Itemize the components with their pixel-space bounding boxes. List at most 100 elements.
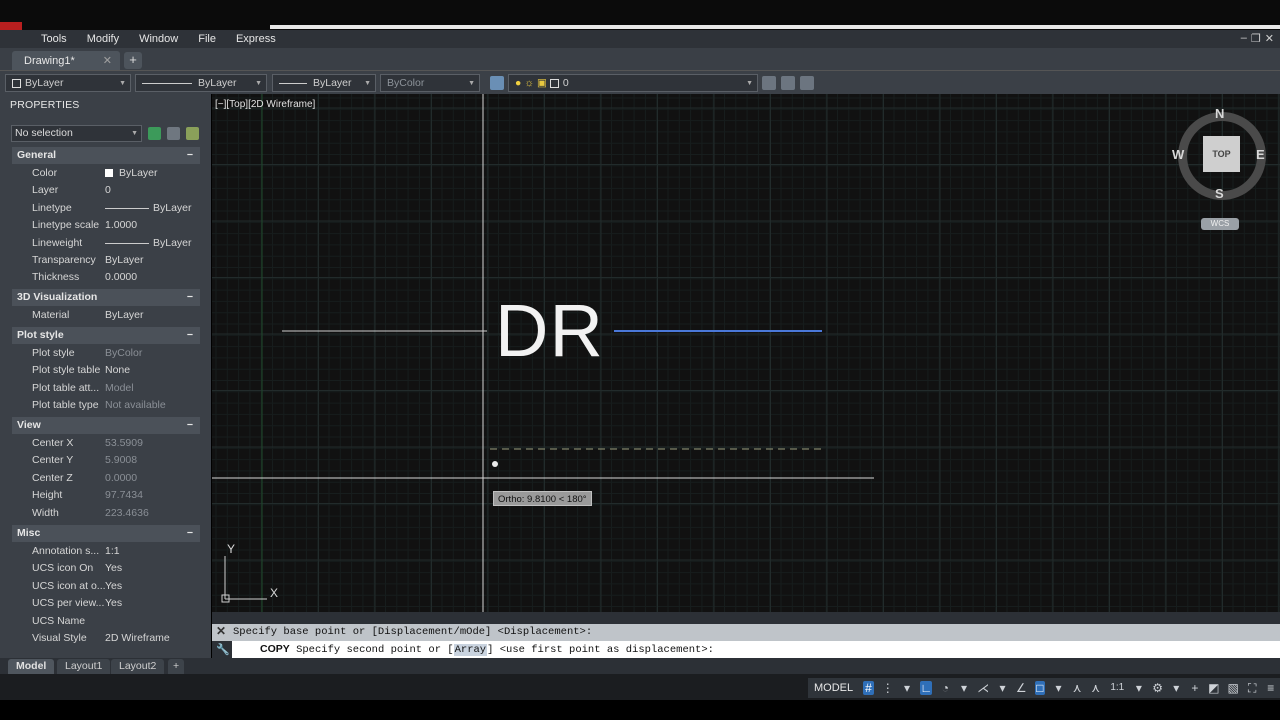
prop-row-material[interactable]: Material ByLayer [12,307,200,324]
selection-dropdown[interactable]: No selection ▼ [11,125,142,142]
wcs-menu-button[interactable]: WCS [1201,218,1239,230]
prop-row-height[interactable]: Height 97.7434 [12,487,200,504]
hardware-acceleration-icon[interactable]: ▧ [1228,681,1239,695]
gear-icon[interactable]: ⚙ [1152,681,1163,695]
menu-bar: Tools Modify Window File Express – ❐ ✕ [0,30,1280,48]
prop-row-plot-table-attached[interactable]: Plot table att... Model [12,380,200,397]
new-tab-button[interactable]: + [124,52,142,69]
plotstyle-dropdown[interactable]: ByColor ▼ [380,74,480,92]
prop-row-color[interactable]: Color ByLayer [12,165,200,182]
chevron-down-icon[interactable]: ▾ [959,681,970,695]
add-layout-button[interactable]: + [168,659,185,674]
tab-drawing1[interactable]: Drawing1* ✕ [12,51,120,70]
prop-row-plot-style-table[interactable]: Plot style table None [12,362,200,379]
clean-screen-icon[interactable]: ⛶ [1247,681,1258,695]
minimize-icon[interactable]: – [1241,32,1247,45]
quick-select-icon[interactable] [148,127,161,140]
prop-row-ucs-icon-on[interactable]: UCS icon On Yes [12,560,200,577]
prop-row-width[interactable]: Width 223.4636 [12,505,200,522]
layer-dropdown[interactable]: ● ☼ ▣ 0 ▼ [508,74,758,92]
object-snap-icon[interactable]: □ [1034,681,1046,695]
layer-properties-icon[interactable] [490,76,504,90]
chevron-down-icon[interactable]: ▾ [1053,681,1064,695]
prop-row-transparency[interactable]: Transparency ByLayer [12,252,200,269]
color-dropdown[interactable]: ByLayer ▼ [5,74,131,92]
prop-row-ucs-icon-at-origin[interactable]: UCS icon at o... Yes [12,578,200,595]
annotation-scale-button[interactable]: 1:1 [1109,681,1126,695]
autoscale-icon[interactable]: ⋏ [1090,681,1101,695]
section-3d-visualization[interactable]: 3D Visualization − [12,289,200,306]
viewport-controls-label[interactable]: [−][Top][2D Wireframe] [215,99,315,110]
tab-close-icon[interactable]: ✕ [103,54,112,67]
prop-row-ucs-per-viewport[interactable]: UCS per view... Yes [12,595,200,612]
section-view[interactable]: View − [12,417,200,434]
match-layer-icon[interactable] [781,76,795,90]
menu-express[interactable]: Express [236,33,276,45]
collapse-icon[interactable]: − [187,525,193,542]
collapse-icon[interactable]: − [187,417,193,434]
compass-west[interactable]: W [1172,147,1184,162]
app-logo[interactable] [0,22,22,30]
isolate-objects-icon[interactable]: ◩ [1208,681,1219,695]
viewcube[interactable]: TOP N S E W [1172,106,1266,201]
prop-row-center-z[interactable]: Center Z 0.0000 [12,470,200,487]
compass-east[interactable]: E [1256,147,1265,162]
layer-previous-icon[interactable] [800,76,814,90]
prop-row-lineweight[interactable]: Lineweight ByLayer [12,235,200,252]
section-plot-style[interactable]: Plot style − [12,327,200,344]
plus-icon[interactable]: + [1190,681,1201,695]
make-current-icon[interactable] [762,76,776,90]
prop-row-center-y[interactable]: Center Y 5.9008 [12,452,200,469]
tab-model[interactable]: Model [8,659,55,674]
collapse-icon[interactable]: − [187,147,193,164]
grid-icon[interactable]: # [863,681,874,695]
ortho-icon[interactable]: ∟ [920,681,933,695]
prop-row-layer[interactable]: Layer 0 [12,182,200,199]
command-option-array[interactable]: Array [453,644,488,656]
close-icon[interactable]: ✕ [1265,32,1274,45]
isodraft-icon[interactable]: ⋌ [977,681,989,695]
chevron-down-icon[interactable]: ▾ [1134,681,1145,695]
chevron-down-icon[interactable]: ▾ [902,681,913,695]
prop-row-plot-style[interactable]: Plot style ByColor [12,345,200,362]
prop-row-linetype[interactable]: Linetype ByLayer [12,200,200,217]
close-icon[interactable]: ✕ [216,624,226,638]
prop-row-linetype-scale[interactable]: Linetype scale 1.0000 [12,217,200,234]
menu-modify[interactable]: Modify [87,33,119,45]
prop-row-ucs-name[interactable]: UCS Name [12,613,200,630]
pickadd-icon[interactable] [186,127,199,140]
menu-tools[interactable]: Tools [41,33,67,45]
viewcube-top-face[interactable]: TOP [1203,136,1240,172]
tab-layout2[interactable]: Layout2 [111,659,165,674]
tab-layout1[interactable]: Layout1 [57,659,111,674]
collapse-icon[interactable]: − [187,289,193,306]
menu-file[interactable]: File [198,33,216,45]
compass-north[interactable]: N [1215,106,1224,121]
wrench-icon[interactable]: 🔧 [216,643,230,656]
customize-icon[interactable]: ≡ [1265,681,1276,695]
menu-window[interactable]: Window [139,33,178,45]
lineweight-dropdown[interactable]: ByLayer ▼ [272,74,376,92]
drawing-text-dr[interactable]: DR [495,291,604,371]
chevron-down-icon[interactable]: ▾ [1171,681,1182,695]
prop-row-center-x[interactable]: Center X 53.5909 [12,435,200,452]
command-input[interactable]: COPY Specify second point or [Array] <us… [232,641,1280,658]
chevron-down-icon[interactable]: ▾ [997,681,1008,695]
collapse-icon[interactable]: − [187,327,193,344]
drawing-canvas[interactable]: YX [−][Top][2D Wireframe] DR Ortho: 9.81… [212,94,1280,612]
select-objects-icon[interactable] [167,127,180,140]
prop-row-thickness[interactable]: Thickness 0.0000 [12,269,200,286]
compass-south[interactable]: S [1215,186,1224,201]
model-space-button[interactable]: MODEL [808,682,859,694]
polar-icon[interactable]: ◔ [940,681,951,695]
prop-row-visual-style[interactable]: Visual Style 2D Wireframe [12,630,200,647]
restore-icon[interactable]: ❐ [1251,32,1261,45]
prop-row-annotation-scale[interactable]: Annotation s... 1:1 [12,543,200,560]
annotation-visibility-icon[interactable]: ⋏ [1072,681,1083,695]
linetype-dropdown[interactable]: ByLayer ▼ [135,74,267,92]
section-misc[interactable]: Misc − [12,525,200,542]
snap-icon[interactable]: ⋮ [882,681,894,695]
object-snap-tracking-icon[interactable]: ∠ [1016,681,1027,695]
section-general[interactable]: General − [12,147,200,164]
prop-row-plot-table-type[interactable]: Plot table type Not available [12,397,200,414]
